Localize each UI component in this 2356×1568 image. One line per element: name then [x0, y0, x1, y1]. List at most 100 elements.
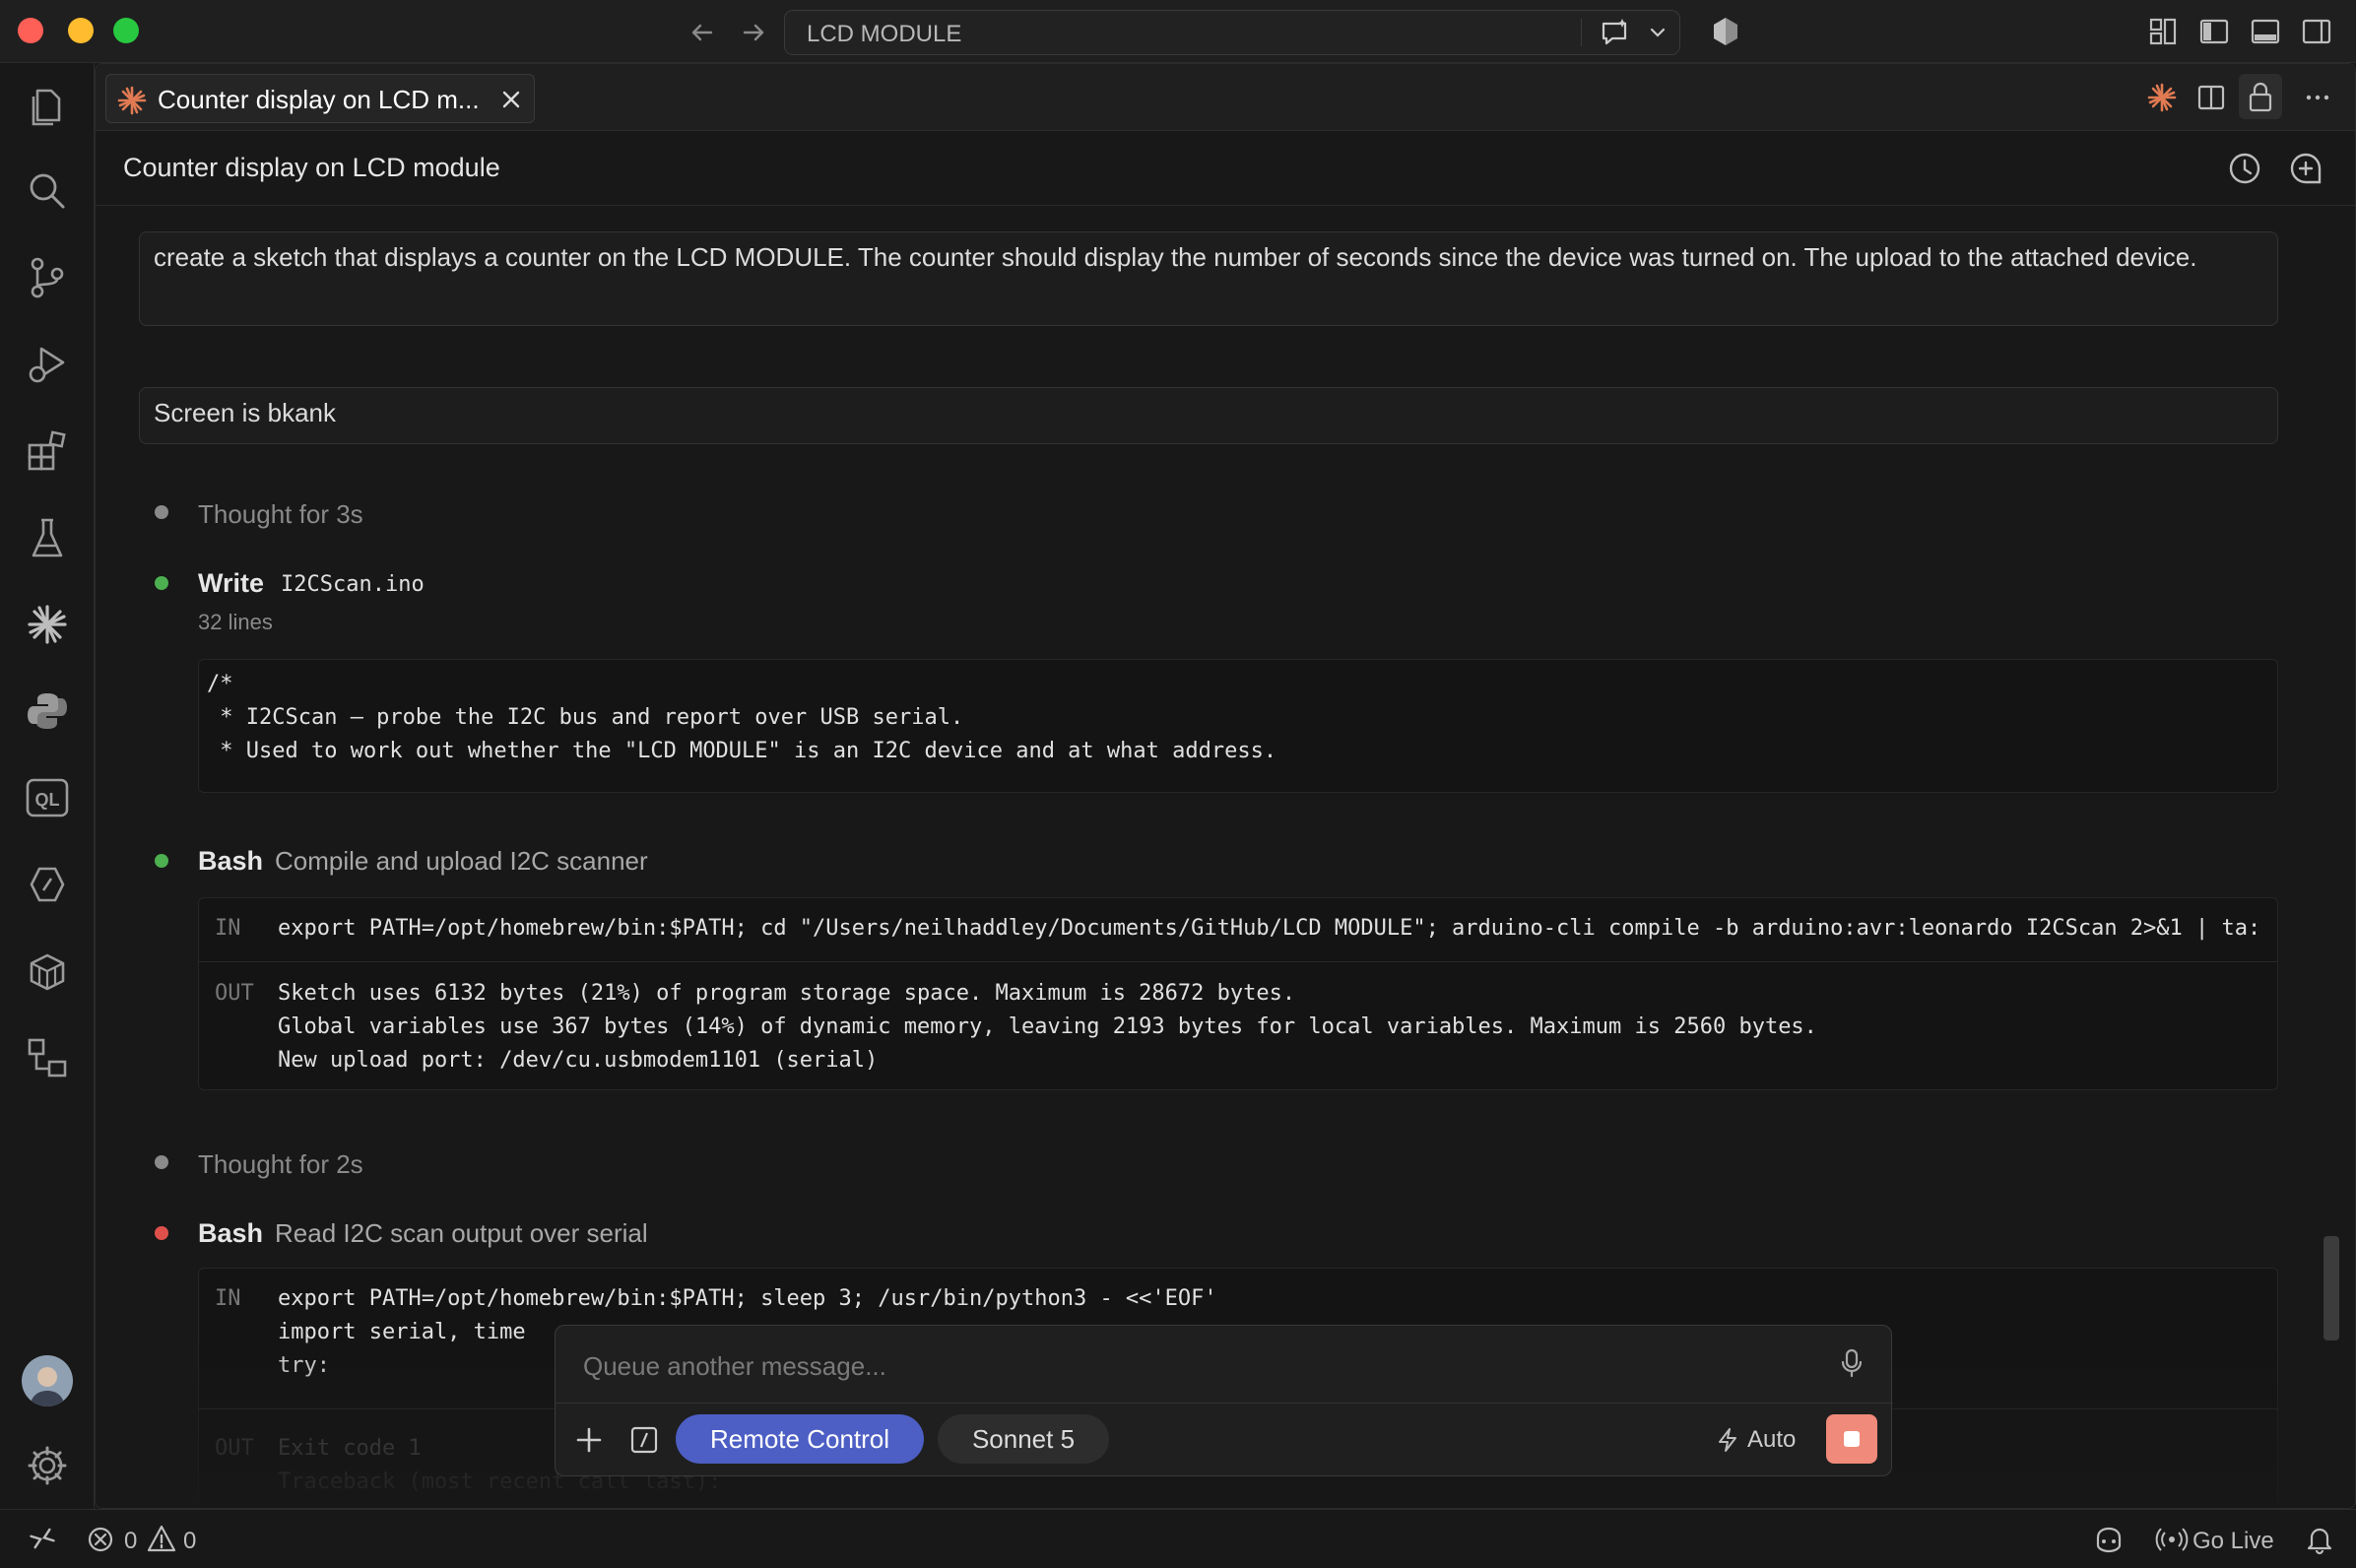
in-label: IN — [215, 916, 241, 941]
command-line: export PATH=/opt/homebrew/bin:$PATH; cd … — [278, 916, 2261, 941]
minimize-window-button[interactable] — [68, 18, 94, 43]
tab-counter-display[interactable]: Counter display on LCD m... — [105, 74, 535, 123]
message-input[interactable]: Queue another message... — [583, 1351, 886, 1382]
command-line: try: — [278, 1353, 330, 1378]
source-control-icon[interactable] — [24, 254, 71, 301]
testing-flask-icon[interactable] — [24, 514, 71, 561]
thought-label[interactable]: Thought for 3s — [198, 499, 363, 530]
step-dot-success — [155, 576, 168, 590]
step-dot-success — [155, 854, 168, 868]
app-window: LCD MODULE QL Counter display on LCD m..… — [0, 0, 2356, 1568]
split-editor-icon[interactable] — [2195, 82, 2227, 113]
toggle-panel-icon[interactable] — [2250, 16, 2281, 47]
codeql-icon[interactable]: QL — [24, 774, 71, 821]
lightning-icon — [1714, 1426, 1741, 1454]
output-line: Sketch uses 6132 bytes (21%) of program … — [278, 981, 1296, 1006]
gear-icon[interactable] — [24, 1442, 71, 1489]
microphone-icon[interactable] — [1838, 1347, 1865, 1379]
command-center-search[interactable]: LCD MODULE — [784, 10, 1680, 55]
new-chat-icon[interactable] — [2288, 151, 2323, 186]
step-dot — [155, 505, 168, 519]
line-count: 32 lines — [198, 610, 273, 634]
extensions-icon[interactable] — [24, 427, 71, 475]
copilot-icon[interactable] — [2092, 1524, 2126, 1555]
tool-description[interactable]: Read I2C scan output over serial — [275, 1218, 648, 1249]
lock-icon[interactable] — [2239, 74, 2282, 119]
window-title: LCD MODULE — [807, 21, 962, 47]
scrollbar-thumb[interactable] — [2323, 1236, 2339, 1340]
status-bar: 0 0 Go Live — [0, 1509, 2356, 1568]
avatar[interactable] — [22, 1355, 73, 1406]
chevron-down-icon[interactable] — [1648, 23, 1668, 42]
slash-command-icon[interactable] — [628, 1424, 660, 1456]
forward-arrow-icon[interactable] — [739, 18, 768, 47]
conversation-header: Counter display on LCD module — [96, 131, 2355, 206]
remote-explorer-icon[interactable] — [24, 1034, 71, 1081]
tool-description[interactable]: Compile and upload I2C scanner — [275, 846, 648, 877]
claude-spark-icon — [116, 85, 148, 116]
run-debug-icon[interactable] — [24, 341, 71, 388]
warning-icon[interactable] — [146, 1524, 177, 1553]
user-message: Screen is bkank — [139, 387, 2278, 444]
title-bar: LCD MODULE — [0, 0, 2356, 63]
tab-bar: Counter display on LCD m... — [96, 64, 2355, 131]
history-clock-icon[interactable] — [2227, 151, 2262, 186]
add-attachment-icon[interactable] — [573, 1424, 605, 1456]
remote-hex-icon[interactable] — [24, 861, 71, 908]
user-message: create a sketch that displays a counter … — [139, 231, 2278, 326]
tab-label: Counter display on LCD m... — [158, 85, 480, 114]
explorer-icon[interactable] — [24, 81, 71, 128]
containers-icon[interactable] — [24, 947, 71, 995]
output-line: Exit code 1 — [278, 1436, 422, 1461]
python-icon[interactable] — [24, 687, 71, 735]
out-label: OUT — [215, 981, 254, 1006]
toggle-secondary-sidebar-icon[interactable] — [2301, 16, 2332, 47]
close-window-button[interactable] — [18, 18, 43, 43]
back-arrow-icon[interactable] — [687, 18, 717, 47]
file-name[interactable]: I2CScan.ino — [281, 572, 425, 597]
toggle-primary-sidebar-icon[interactable] — [2198, 16, 2230, 47]
chat-icon[interactable] — [1599, 17, 1632, 50]
error-count[interactable]: 0 — [124, 1528, 137, 1555]
broadcast-icon[interactable] — [2155, 1524, 2189, 1555]
chat-editor: Counter display on LCD m... Counter disp… — [95, 63, 2356, 1509]
tool-name: Bash — [198, 1218, 264, 1248]
tool-name: Write — [198, 568, 265, 598]
warning-count[interactable]: 0 — [183, 1528, 196, 1555]
stop-button[interactable] — [1826, 1414, 1877, 1464]
close-tab-icon[interactable] — [498, 87, 524, 112]
code-line: * I2CScan — probe the I2C bus and report… — [207, 705, 964, 730]
go-live-button[interactable]: Go Live — [2192, 1528, 2274, 1555]
output-line: New upload port: /dev/cu.usbmodem1101 (s… — [278, 1048, 879, 1073]
command-line: export PATH=/opt/homebrew/bin:$PATH; sle… — [278, 1286, 1217, 1311]
activity-bar: QL — [0, 63, 95, 1509]
code-line: * Used to work out whether the "LCD MODU… — [207, 739, 1277, 763]
code-line: /* — [207, 672, 233, 696]
remote-control-button[interactable]: Remote Control — [676, 1414, 924, 1464]
output-line: Global variables use 367 bytes (14%) of … — [278, 1014, 1817, 1039]
conversation-title: Counter display on LCD module — [123, 153, 500, 182]
search-icon[interactable] — [24, 167, 71, 215]
claude-spark-icon[interactable] — [2146, 82, 2178, 113]
thought-label[interactable]: Thought for 2s — [198, 1149, 363, 1180]
step-dot-error — [155, 1226, 168, 1240]
code-block: /* * I2CScan — probe the I2C bus and rep… — [198, 659, 2278, 793]
more-actions-icon[interactable] — [2302, 82, 2333, 113]
maximize-window-button[interactable] — [113, 18, 139, 43]
claude-icon[interactable] — [24, 601, 71, 648]
customize-layout-icon[interactable] — [2147, 16, 2179, 47]
tool-name: Bash — [198, 846, 264, 876]
in-label: IN — [215, 1286, 241, 1311]
copilot-shield-icon[interactable] — [1710, 16, 1741, 47]
out-label: OUT — [215, 1436, 254, 1461]
model-selector-button[interactable]: Sonnet 5 — [938, 1414, 1109, 1464]
bell-icon[interactable] — [2305, 1524, 2334, 1555]
mode-selector[interactable]: Auto — [1747, 1426, 1796, 1454]
command-line: import serial, time — [278, 1320, 526, 1344]
message-composer: Queue another message... Remote Control … — [555, 1325, 1893, 1476]
error-icon[interactable] — [87, 1526, 114, 1553]
step-dot — [155, 1155, 168, 1169]
svg-text:QL: QL — [35, 790, 60, 810]
bash-output-block: IN export PATH=/opt/homebrew/bin:$PATH; … — [198, 897, 2278, 1090]
remote-indicator-icon[interactable] — [28, 1524, 57, 1553]
